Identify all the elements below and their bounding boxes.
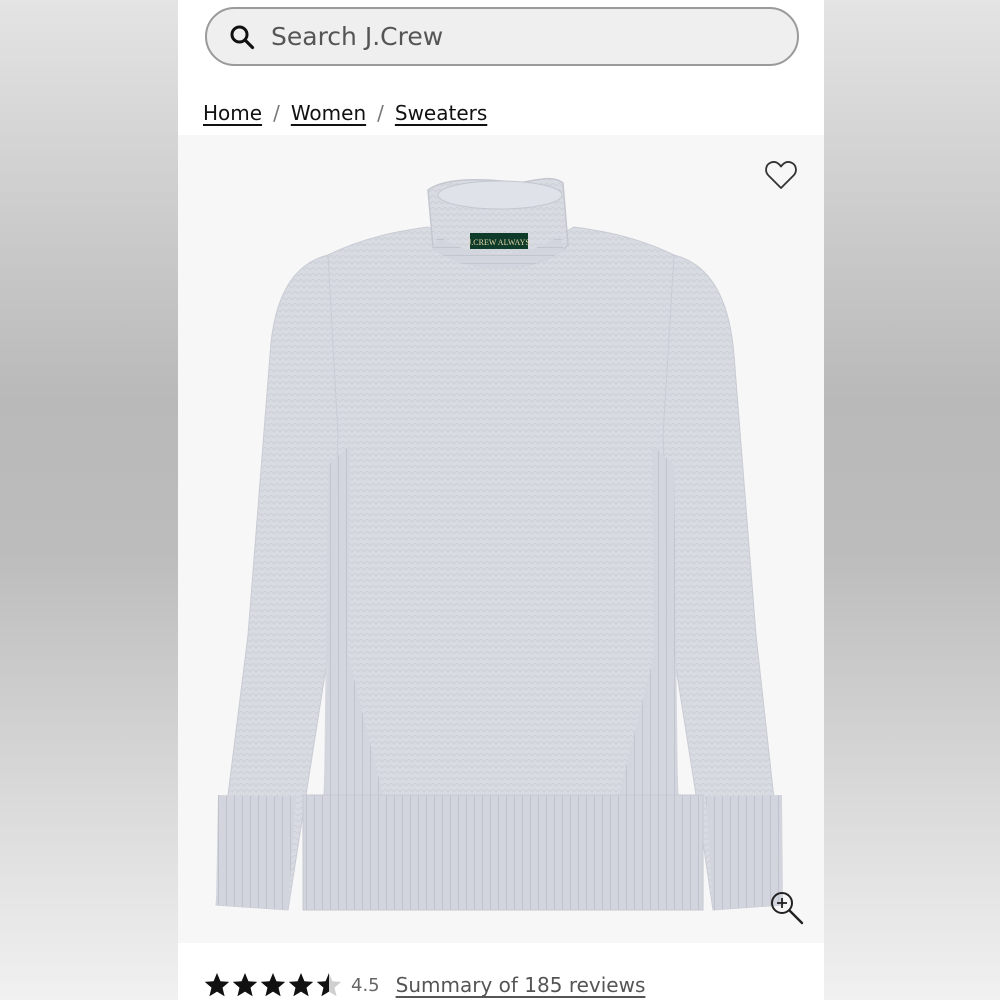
product-page: Home / Women / Sweaters (178, 0, 824, 1000)
rating-row: 4.5 Summary of 185 reviews (203, 968, 645, 1000)
rating-value: 4.5 (351, 974, 380, 996)
product-image[interactable]: J.CREW ALWAYS (178, 135, 824, 943)
star-full-icon (232, 973, 258, 997)
search-input[interactable] (271, 22, 751, 51)
sweater-image: J.CREW ALWAYS (215, 177, 784, 911)
star-rating (203, 971, 343, 999)
breadcrumb-sweaters[interactable]: Sweaters (395, 101, 487, 125)
star-half-icon (316, 973, 342, 997)
star-full-icon (260, 973, 286, 997)
breadcrumb-women[interactable]: Women (291, 101, 366, 125)
breadcrumb-separator: / (377, 101, 384, 125)
zoom-in-icon[interactable] (769, 890, 805, 926)
search-bar[interactable] (205, 7, 799, 66)
breadcrumb-separator: / (273, 101, 280, 125)
breadcrumb: Home / Women / Sweaters (203, 99, 487, 127)
star-full-icon (204, 973, 230, 997)
brand-label: J.CREW ALWAYS (468, 238, 530, 247)
star-full-icon (288, 973, 314, 997)
heart-outline-icon[interactable] (764, 159, 798, 191)
breadcrumb-home[interactable]: Home (203, 101, 262, 125)
search-icon (230, 25, 255, 49)
reviews-summary-link[interactable]: Summary of 185 reviews (396, 973, 646, 997)
